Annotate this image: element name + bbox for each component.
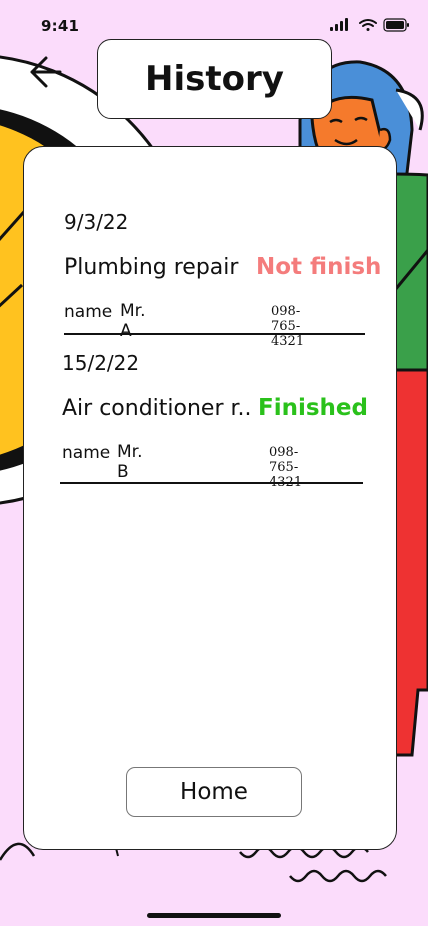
entry-divider (60, 482, 363, 484)
home-button[interactable]: Home (126, 767, 302, 817)
entry-name-label: name (64, 302, 113, 322)
page-title: History (97, 39, 332, 119)
entry-phone: 098-765-4321 (271, 304, 305, 349)
battery-icon (383, 18, 409, 32)
home-indicator (147, 913, 281, 918)
entry-name: Mr. B (117, 442, 143, 482)
history-card: 9/3/22 Plumbing repair Not finish name M… (23, 146, 397, 850)
entry-service: Plumbing repair (64, 255, 239, 280)
back-button[interactable] (26, 52, 66, 92)
entry-status: Finished (258, 395, 368, 421)
arrow-left-icon (30, 56, 62, 88)
entry-date: 9/3/22 (64, 210, 129, 234)
entry-divider (64, 333, 365, 335)
signal-icon (330, 18, 348, 31)
entry-date: 15/2/22 (62, 351, 140, 375)
status-bar: 9:41 (0, 0, 428, 44)
entry-status: Not finish (256, 254, 382, 280)
wifi-icon (359, 19, 377, 31)
entry-name-label: name (62, 443, 111, 463)
entry-service: Air conditioner r.. (62, 396, 252, 421)
status-icons (330, 18, 409, 32)
entry-name: Mr. A (120, 301, 146, 341)
status-time: 9:41 (41, 17, 80, 35)
